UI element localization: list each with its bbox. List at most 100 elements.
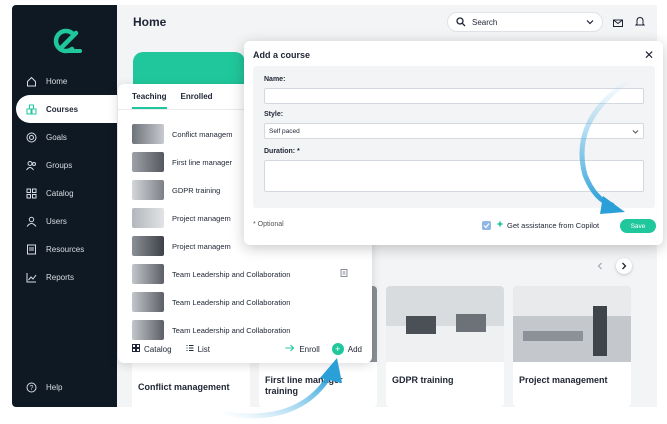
sidebar-item-label: Goals — [46, 132, 67, 142]
help-label: Help — [46, 383, 63, 392]
catalog-icon — [26, 188, 37, 199]
header-icons — [613, 15, 646, 33]
sidebar-item-label: Users — [46, 216, 67, 226]
course-name: Team Leadership and Collaboration — [172, 297, 291, 307]
sidebar-item-resources[interactable]: Resources — [12, 235, 117, 263]
sparkle-icon — [496, 220, 504, 230]
tab-enrolled[interactable]: Enrolled — [181, 92, 213, 109]
sidebar-item-help[interactable]: ? Help — [26, 382, 62, 393]
sidebar-item-home[interactable]: Home — [12, 67, 117, 95]
name-label: Name: — [264, 76, 286, 83]
style-value: Self paced — [269, 127, 300, 135]
course-card[interactable]: Project management — [513, 286, 631, 407]
grid-icon — [132, 344, 140, 354]
home-icon — [26, 76, 37, 87]
course-thumbnail — [132, 292, 164, 312]
name-field[interactable] — [264, 88, 644, 104]
sidebar-item-catalog[interactable]: Catalog — [12, 179, 117, 207]
copilot-checkbox[interactable]: Get assistance from Copilot — [482, 220, 599, 230]
course-card-title: Conflict management — [138, 382, 230, 392]
add-label: Add — [347, 344, 362, 354]
dialog-title: Add a course — [253, 50, 311, 60]
tab-teaching[interactable]: Teaching — [132, 92, 167, 109]
course-thumbnail — [132, 264, 164, 284]
catalog-button[interactable]: Catalog — [132, 344, 172, 354]
course-name: Team Leadership and Collaboration — [172, 325, 291, 335]
sidebar-item-label: Resources — [46, 244, 85, 254]
list-icon — [186, 344, 194, 354]
sidebar: Home Courses Goals Groups Catalog Users … — [12, 5, 117, 407]
sidebar-item-label: Reports — [46, 272, 75, 282]
list-button[interactable]: List — [186, 344, 210, 354]
page-title: Home — [133, 15, 167, 29]
course-name: First line manager — [172, 157, 233, 167]
mail-icon[interactable] — [613, 15, 623, 33]
chevron-down-icon — [632, 128, 639, 135]
list-item[interactable]: Team Leadership and Collaboration — [132, 260, 362, 288]
course-card-image — [386, 286, 504, 362]
course-card[interactable]: Conflict management — [132, 362, 250, 407]
courses-icon — [26, 104, 37, 115]
panel-footer: Catalog List Enroll + Add — [118, 335, 372, 363]
list-item[interactable]: Team Leadership and Collaboration — [132, 288, 362, 316]
document-icon[interactable] — [340, 269, 348, 279]
sidebar-item-courses[interactable]: Courses — [16, 95, 117, 123]
style-label: Style: — [264, 111, 284, 118]
sidebar-item-label: Courses — [46, 104, 79, 114]
carousel-next-button[interactable] — [616, 258, 632, 274]
search-icon — [456, 17, 466, 27]
course-name: Team Leadership and Collaboration — [172, 269, 291, 279]
add-button[interactable]: + Add — [331, 343, 362, 355]
course-card-image — [513, 286, 631, 362]
course-card-title: GDPR training — [392, 375, 454, 385]
groups-icon — [26, 160, 37, 171]
sidebar-item-users[interactable]: Users — [12, 207, 117, 235]
save-button[interactable]: Save — [620, 219, 656, 233]
course-card-title: Project management — [519, 375, 608, 385]
duration-label: Duration: * — [264, 148, 300, 155]
sidebar-item-label: Groups — [46, 160, 73, 170]
course-name: Project managem — [172, 213, 231, 223]
sidebar-item-label: Home — [46, 76, 68, 86]
app-logo — [53, 28, 82, 54]
sidebar-item-reports[interactable]: Reports — [12, 263, 117, 291]
course-thumbnail — [132, 180, 164, 200]
checkbox-checked-icon[interactable] — [482, 220, 491, 230]
goals-icon — [26, 132, 37, 143]
carousel-prev-button[interactable] — [592, 258, 608, 274]
course-card[interactable]: GDPR training — [386, 286, 504, 407]
style-select[interactable]: Self paced — [264, 123, 644, 139]
sidebar-item-label: Catalog — [46, 188, 74, 198]
course-card-title: First line manager training — [265, 375, 343, 396]
optional-note: * Optional — [253, 221, 284, 228]
course-thumbnail — [132, 236, 164, 256]
sidebar-nav: Home Courses Goals Groups Catalog Users … — [12, 67, 117, 291]
chevron-down-icon[interactable] — [586, 18, 594, 26]
dialog-form: Name: Style: Self paced Duration: * — [253, 66, 655, 208]
enroll-label: Enroll — [299, 344, 320, 354]
sidebar-item-goals[interactable]: Goals — [12, 123, 117, 151]
close-icon[interactable]: ✕ — [644, 48, 654, 62]
course-thumbnail — [132, 124, 164, 144]
course-name: Project managem — [172, 241, 231, 251]
catalog-label: Catalog — [144, 344, 172, 354]
resources-icon — [26, 244, 37, 255]
help-icon: ? — [26, 382, 37, 393]
svg-text:?: ? — [30, 385, 34, 392]
search-input[interactable]: Search — [447, 12, 603, 32]
copilot-label: Get assistance from Copilot — [507, 220, 600, 230]
carousel-arrows — [592, 258, 632, 274]
enroll-button[interactable]: Enroll — [285, 344, 320, 354]
search-placeholder: Search — [472, 17, 498, 27]
duration-field[interactable] — [264, 160, 644, 192]
course-thumbnail — [132, 152, 164, 172]
plus-icon: + — [331, 343, 344, 355]
arrow-right-icon — [285, 344, 295, 354]
course-thumbnail — [132, 208, 164, 228]
bell-icon[interactable] — [634, 15, 646, 33]
sidebar-item-groups[interactable]: Groups — [12, 151, 117, 179]
add-course-dialog: Add a course ✕ Name: Style: Self paced D… — [244, 41, 663, 245]
users-icon — [26, 216, 37, 227]
list-label: List — [197, 344, 211, 354]
course-name: Conflict managem — [172, 129, 233, 139]
